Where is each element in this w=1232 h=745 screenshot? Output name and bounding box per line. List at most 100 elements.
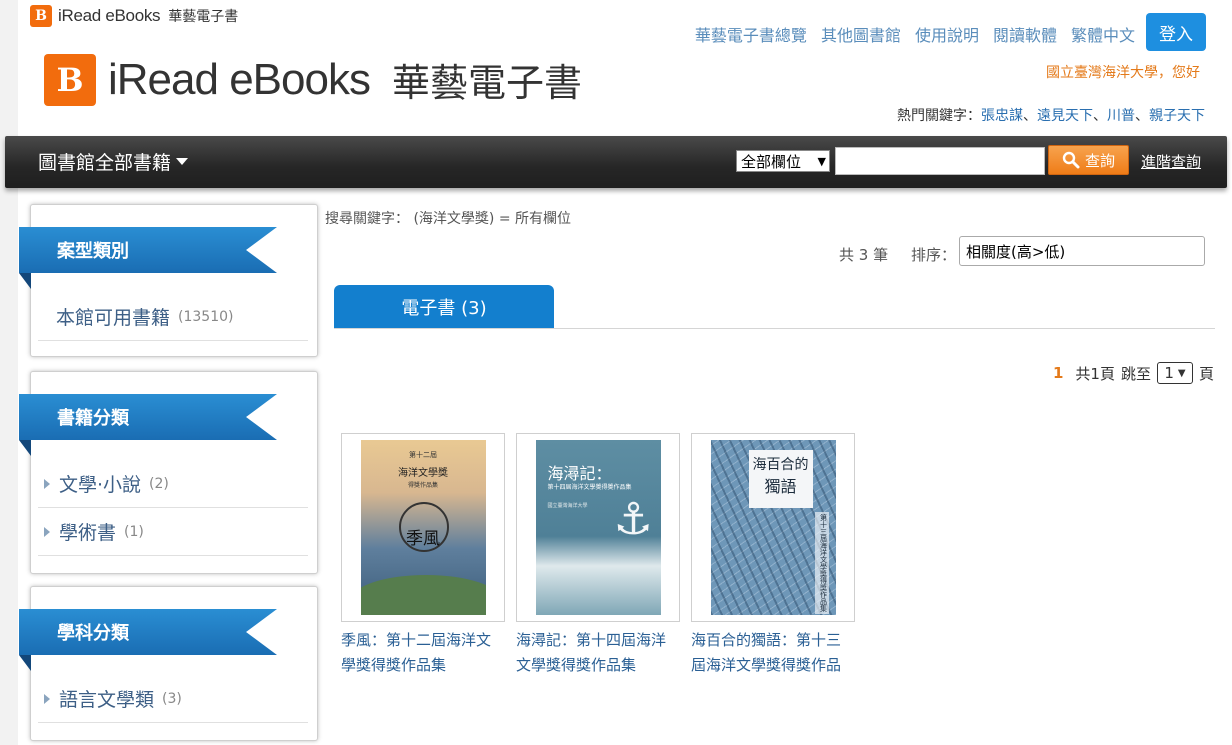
book-title-line: 季風：第十二屆海洋文 [341, 631, 492, 649]
book-cover: 海百合的 獨語 第十三屆海洋文學獎得獎作品集 [710, 440, 836, 615]
total-pages: 共1頁 [1075, 364, 1115, 383]
page-jump-select[interactable]: 1 ▼ [1156, 362, 1193, 384]
search-input[interactable] [835, 147, 1045, 175]
cover-text: 海百合的 [752, 457, 809, 473]
hot-keyword-link[interactable]: 親子天下 [1149, 108, 1205, 124]
sidebar-section-book-category: 書籍分類 文學·小說 (2) 學術書 (1) [19, 371, 318, 574]
sidebar-item-literature-fiction[interactable]: 文學·小說 (2) [38, 460, 308, 508]
page-suffix: 頁 [1198, 364, 1214, 383]
sidebar-item-available-books[interactable]: 本館可用書籍 (13510) [38, 293, 308, 341]
book-title-line: 學獎得獎作品集 [341, 656, 447, 674]
book-title-line: 海潯記：第十四屆海洋 [516, 631, 667, 649]
sort-select[interactable]: 相關度(高>低) [959, 236, 1205, 266]
book-cover-frame[interactable]: 海百合的 獨語 第十三屆海洋文學獎得獎作品集 [691, 433, 855, 622]
sidebar-item-count: (1) [124, 523, 144, 540]
cover-text: 季風 [406, 529, 440, 549]
book-title-link[interactable]: 海百合的獨語：第十三 屆海洋文學獎得獎作品 [691, 628, 855, 678]
book-cover-frame[interactable]: 海潯記： 第十四屆海洋文學獎得獎作品集 國立臺灣海洋大學 ⚓ [516, 433, 680, 622]
caret-down-icon [176, 158, 189, 165]
cover-text: 國立臺灣海洋大學 [547, 503, 588, 509]
cover-text: 獨語 [764, 477, 797, 496]
hot-keywords: 熱門關鍵字：張忠謀、遠見天下、川普、親子天下 [897, 105, 1205, 125]
hot-keyword-link[interactable]: 張忠謀 [981, 108, 1023, 124]
sidebar-section-title: 學科分類 [19, 609, 277, 655]
user-greeting: 國立臺灣海洋大學，您好 [1046, 65, 1200, 81]
sidebar-item-language-literature[interactable]: 語言文學類 (3) [38, 675, 308, 723]
page-jump-value: 1 [1164, 364, 1174, 382]
page-left-strip [0, 0, 18, 745]
brand-logo-icon: B [30, 5, 52, 27]
main-logo[interactable]: B iRead eBooks 華藝電子書 [44, 52, 582, 107]
link-other-libraries[interactable]: 其他圖書館 [821, 22, 901, 46]
chevron-down-icon: ▼ [817, 154, 826, 168]
brand-logo-icon: B [44, 53, 96, 106]
tab-ebooks[interactable]: 電子書 (3) [334, 285, 554, 329]
hot-keywords-label: 熱門關鍵字： [897, 108, 981, 124]
hot-keyword-link[interactable]: 川普 [1107, 108, 1135, 124]
cover-text: 海潯記： [547, 464, 612, 483]
cover-title-box: 海百合的 獨語 [748, 450, 813, 508]
small-logo[interactable]: B iRead eBooks 華藝電子書 [30, 5, 238, 27]
search-field-select[interactable]: 全部欄位 ▼ [736, 150, 830, 172]
search-summary: 搜尋關鍵字： (海洋文學獎) = 所有欄位 [325, 211, 572, 227]
book-title-link[interactable]: 季風：第十二屆海洋文 學獎得獎作品集 [341, 628, 505, 678]
search-button[interactable]: 查詢 [1048, 145, 1129, 175]
cover-text: 得獎作品集 [407, 482, 438, 489]
book-cover-frame[interactable]: 第十二屆 海洋文學獎 得獎作品集 季風 [341, 433, 505, 622]
sidebar-item-label: 學術書 [59, 522, 117, 544]
sidebar-item-label: 本館可用書籍 [56, 307, 171, 329]
library-books-menu[interactable]: 圖書館全部書籍 [38, 148, 189, 175]
book-cover: 第十二屆 海洋文學獎 得獎作品集 季風 [360, 440, 486, 615]
sidebar-section-case-type: 案型類別 本館可用書籍 (13510) [19, 204, 318, 357]
book-title-line: 文學獎得獎作品集 [516, 656, 637, 674]
sidebar-section-title: 書籍分類 [19, 394, 277, 440]
cover-hill-art [360, 575, 486, 615]
sidebar-item-academic-books[interactable]: 學術書 (1) [38, 508, 308, 556]
sort-select-value: 相關度(高>低) [966, 242, 1066, 261]
chevron-down-icon: ▼ [1177, 367, 1186, 379]
login-button[interactable]: 登入 [1146, 13, 1206, 51]
ribbon-fold [19, 655, 31, 671]
link-instructions[interactable]: 使用說明 [915, 22, 979, 46]
brand-name-zh: 華藝電子書 [391, 61, 582, 105]
keyword-separator: 、 [1093, 108, 1107, 124]
search-button-label: 查詢 [1084, 152, 1115, 170]
cover-text: 第十二屆 [409, 451, 437, 459]
triangle-right-icon [44, 526, 50, 537]
keyword-separator: 、 [1023, 108, 1037, 124]
current-page[interactable]: 1 [1053, 364, 1063, 382]
book-title-line: 屆海洋文學獎得獎作品 [691, 656, 842, 674]
sidebar-item-count: (3) [162, 690, 182, 707]
triangle-right-icon [44, 478, 50, 489]
sort-label: 排序： [911, 246, 957, 264]
book-title-line: 海百合的獨語：第十三 [691, 631, 842, 649]
brand-name-zh: 華藝電子書 [168, 9, 239, 25]
book-title-link[interactable]: 海潯記：第十四屆海洋 文學獎得獎作品集 [516, 628, 680, 678]
book-card: 第十二屆 海洋文學獎 得獎作品集 季風 季風：第十二屆海洋文 學獎得獎作品集 [341, 433, 505, 678]
ribbon-fold [19, 440, 31, 456]
cover-text: 第十三屆海洋文學獎得獎作品集 [814, 512, 829, 614]
cover-text: 海洋文學獎 [398, 468, 448, 479]
sidebar-item-count: (2) [149, 475, 169, 492]
ribbon-fold [19, 273, 31, 289]
tab-divider [334, 328, 1215, 329]
link-ebook-overview[interactable]: 華藝電子書總覽 [695, 22, 807, 46]
link-language[interactable]: 繁體中文 [1071, 22, 1135, 46]
book-cover: 海潯記： 第十四屆海洋文學獎得獎作品集 國立臺灣海洋大學 ⚓ [535, 440, 661, 615]
link-reading-software[interactable]: 閱讀軟體 [993, 22, 1057, 46]
triangle-right-icon [44, 693, 50, 704]
advanced-search-link[interactable]: 進階查詢 [1141, 151, 1201, 172]
jump-label: 跳至 [1120, 364, 1151, 383]
cover-text: 第十四屆海洋文學獎得獎作品集 [547, 484, 632, 491]
sidebar-item-count: (13510) [178, 308, 234, 325]
keyword-separator: 、 [1135, 108, 1149, 124]
sidebar-section-subject: 學科分類 語言文學類 (3) [19, 586, 318, 741]
book-card: 海潯記： 第十四屆海洋文學獎得獎作品集 國立臺灣海洋大學 ⚓ 海潯記：第十四屆海… [516, 433, 680, 678]
hot-keyword-link[interactable]: 遠見天下 [1037, 108, 1093, 124]
navbar: 圖書館全部書籍 全部欄位 ▼ 查詢 進階查詢 [5, 136, 1227, 188]
sidebar-item-label: 文學·小說 [59, 474, 142, 496]
sidebar-section-title: 案型類別 [19, 227, 277, 273]
sidebar-item-label: 語言文學類 [59, 689, 155, 711]
library-books-menu-label: 圖書館全部書籍 [38, 152, 172, 174]
search-field-value: 全部欄位 [741, 152, 802, 171]
